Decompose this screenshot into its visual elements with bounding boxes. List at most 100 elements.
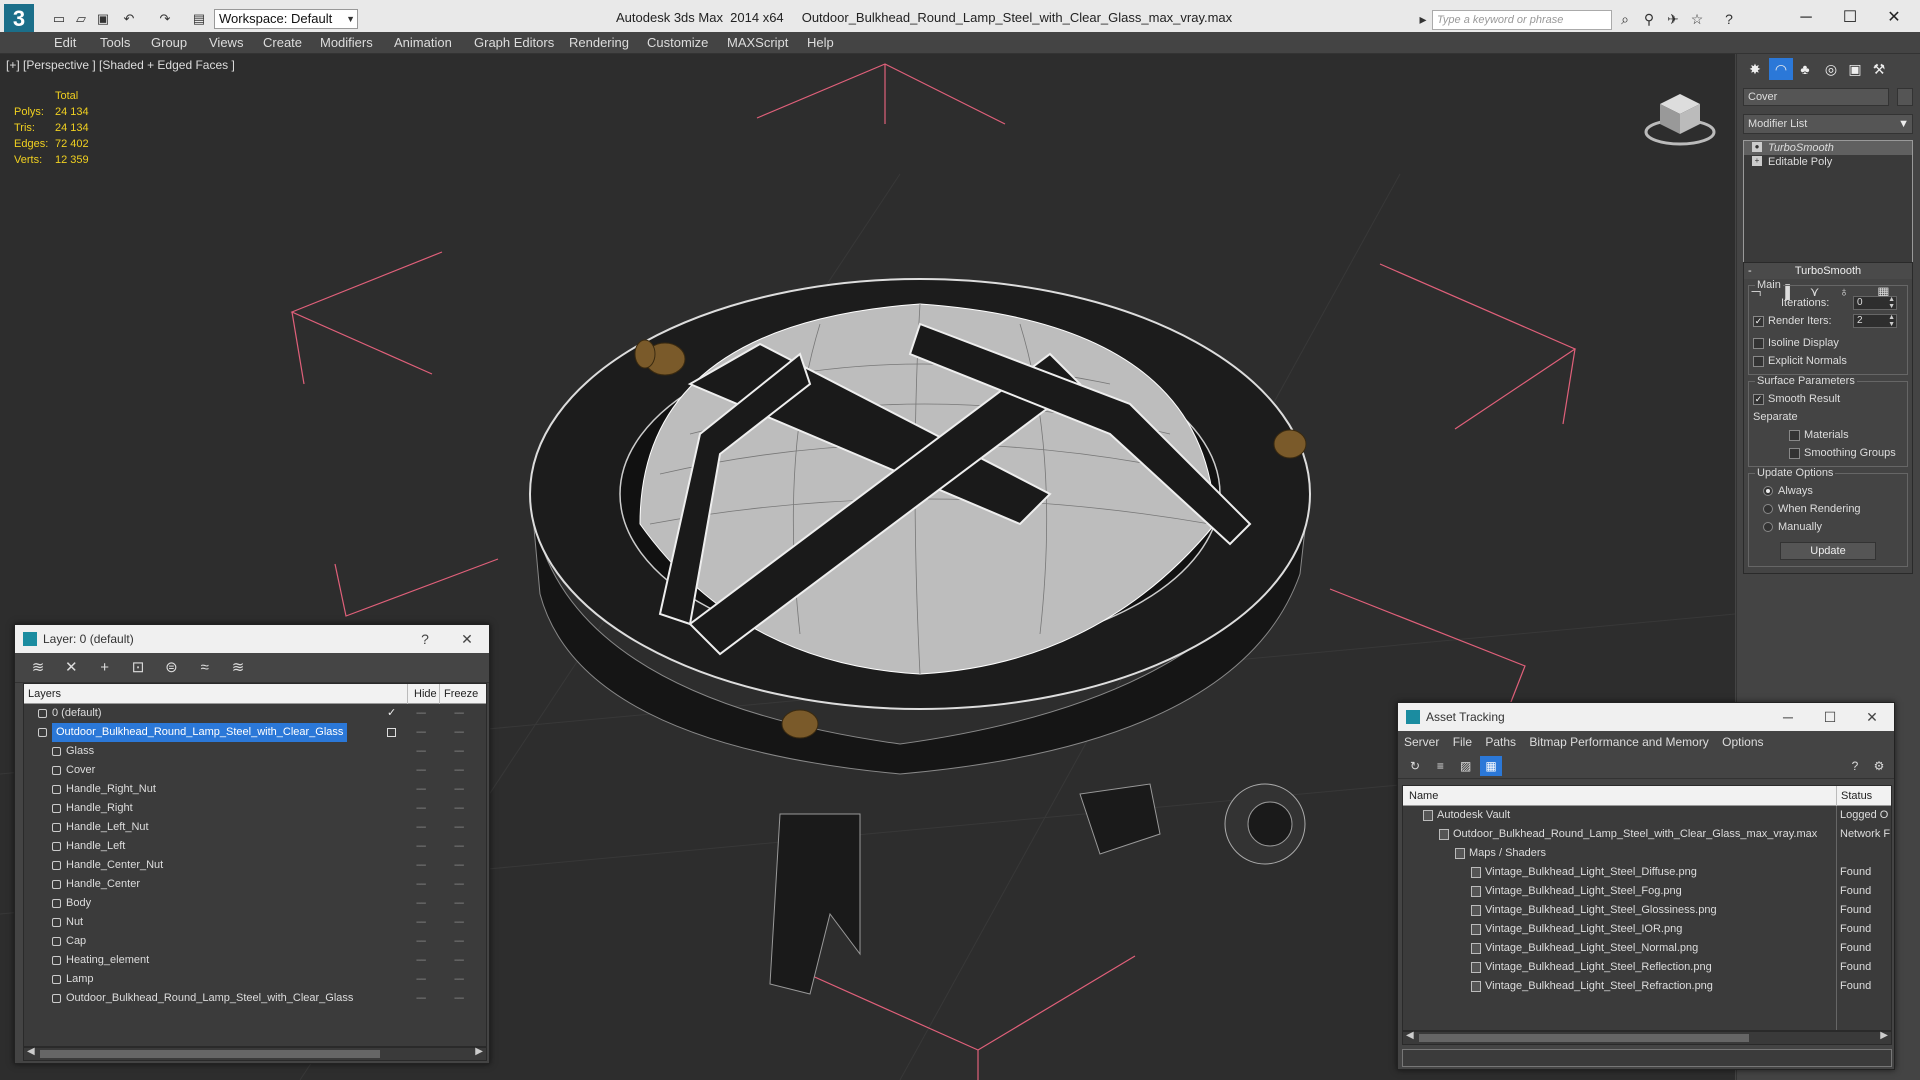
layer-object-row[interactable]: Heating_element ---- ---- — [24, 951, 486, 970]
maximize-button[interactable]: ☐ — [1830, 6, 1870, 30]
freeze-toggle-icon[interactable]: ---- — [454, 723, 464, 742]
render-iters-spinner[interactable]: 2 ▲ ▼ — [1853, 314, 1897, 328]
select-objects-icon[interactable]: ⊡ — [123, 656, 153, 680]
spinner-arrows-icon[interactable]: ▲ ▼ — [1888, 296, 1895, 310]
manually-radio[interactable] — [1763, 522, 1773, 533]
add-to-layer-icon[interactable]: + — [90, 656, 120, 680]
hide-toggle-icon[interactable]: ---- — [416, 780, 426, 799]
menu-modifiers[interactable]: Modifiers — [320, 35, 373, 50]
menu-help[interactable]: Help — [807, 35, 834, 50]
layer-object-row[interactable]: Glass ---- ---- — [24, 742, 486, 761]
hide-toggle-icon[interactable]: ---- — [416, 932, 426, 951]
menu-customize[interactable]: Customize — [647, 35, 708, 50]
thumbnail-view-icon[interactable]: ▨ — [1455, 756, 1477, 776]
close-button[interactable]: ✕ — [1858, 703, 1886, 731]
layer-row[interactable]: 0 (default) ✓ ---- ---- — [24, 704, 486, 723]
modifier-list-dropdown[interactable]: Modifier List ▼ — [1743, 114, 1913, 134]
horizontal-scrollbar[interactable]: ◀ ▶ — [23, 1046, 487, 1061]
col-hide[interactable]: Hide — [407, 684, 439, 704]
close-button[interactable]: ✕ — [453, 625, 481, 653]
layer-object-row[interactable]: Cover ---- ---- — [24, 761, 486, 780]
asset-row[interactable]: Vintage_Bulkhead_Light_Steel_Fog.png Foun… — [1403, 882, 1891, 901]
menu-server[interactable]: Server — [1404, 735, 1439, 749]
new-file-icon[interactable]: ▭ — [50, 10, 68, 28]
freeze-toggle-icon[interactable]: ---- — [454, 875, 464, 894]
lightbulb-icon[interactable]: ● — [1752, 142, 1762, 152]
menu-animation[interactable]: Animation — [394, 35, 452, 50]
save-file-icon[interactable]: ▣ — [94, 10, 112, 28]
menu-rendering[interactable]: Rendering — [569, 35, 629, 50]
active-layer-check-icon[interactable]: ✓ — [387, 704, 396, 723]
menu-paths[interactable]: Paths — [1485, 735, 1516, 749]
smooth-result-checkbox[interactable]: ✓ — [1753, 393, 1764, 405]
hide-toggle-icon[interactable]: ---- — [416, 799, 426, 818]
hide-toggle-icon[interactable]: ---- — [416, 723, 426, 742]
asset-row[interactable]: Maps / Shaders — [1403, 844, 1891, 863]
viewport-label[interactable]: [+] [Perspective ] [Shaded + Edged Faces… — [6, 58, 235, 72]
undo-icon[interactable]: ↶ — [120, 10, 138, 28]
hide-toggle-icon[interactable]: ---- — [416, 913, 426, 932]
hide-toggle-icon[interactable]: ---- — [416, 875, 426, 894]
layer-object-row[interactable]: Nut ---- ---- — [24, 913, 486, 932]
favorites-star-icon[interactable]: ☆ — [1688, 10, 1706, 28]
rollout-header[interactable]: - TurboSmooth — [1744, 263, 1912, 279]
layer-row[interactable]: Outdoor_Bulkhead_Round_Lamp_Steel_with_C… — [24, 723, 486, 742]
stack-item-editable-poly[interactable]: + Editable Poly — [1744, 155, 1912, 169]
asset-row[interactable]: Outdoor_Bulkhead_Round_Lamp_Steel_with_C… — [1403, 825, 1891, 844]
always-radio[interactable] — [1763, 486, 1773, 497]
col-status[interactable]: Status — [1836, 786, 1891, 806]
expand-plus-icon[interactable]: + — [1752, 156, 1762, 166]
stack-item-turbosmooth[interactable]: ● TurboSmooth — [1744, 141, 1912, 155]
freeze-toggle-icon[interactable]: ---- — [454, 894, 464, 913]
layer-object-row[interactable]: Handle_Left_Nut ---- ---- — [24, 818, 486, 837]
maximize-button[interactable]: ☐ — [1816, 703, 1844, 731]
freeze-all-icon[interactable]: ≋ — [223, 656, 253, 680]
table-view-icon[interactable]: ▦ — [1480, 756, 1503, 776]
layer-object-row[interactable]: Outdoor_Bulkhead_Round_Lamp_Steel_with_C… — [24, 989, 486, 1008]
layer-object-row[interactable]: Handle_Left ---- ---- — [24, 837, 486, 856]
search-input[interactable]: Type a keyword or phrase — [1432, 10, 1612, 30]
col-freeze[interactable]: Freeze — [439, 684, 478, 704]
menu-options[interactable]: Options — [1722, 735, 1763, 749]
hide-toggle-icon[interactable]: ---- — [416, 742, 426, 761]
hide-toggle-icon[interactable]: ---- — [416, 894, 426, 913]
freeze-toggle-icon[interactable]: ---- — [454, 856, 464, 875]
settings-icon[interactable]: ⚙ — [1868, 756, 1890, 776]
hide-toggle-icon[interactable]: ---- — [416, 951, 426, 970]
when-rendering-radio[interactable] — [1763, 504, 1773, 515]
hierarchy-tab-icon[interactable]: ♣ — [1793, 58, 1817, 80]
asset-row[interactable]: Autodesk Vault Logged O — [1403, 806, 1891, 825]
menu-edit[interactable]: Edit — [54, 35, 76, 50]
communication-icon[interactable]: ✈ — [1664, 10, 1682, 28]
scroll-left-icon[interactable]: ◀ — [1406, 1030, 1414, 1041]
freeze-toggle-icon[interactable]: ---- — [454, 818, 464, 837]
hide-toggle-icon[interactable]: ---- — [416, 856, 426, 875]
create-tab-icon[interactable]: ✸ — [1743, 58, 1767, 80]
layer-object-row[interactable]: Handle_Right ---- ---- — [24, 799, 486, 818]
motion-tab-icon[interactable]: ◎ — [1819, 58, 1843, 80]
scroll-left-icon[interactable]: ◀ — [27, 1046, 35, 1057]
create-layer-icon[interactable]: ≋ — [23, 656, 53, 680]
freeze-toggle-icon[interactable]: ---- — [454, 761, 464, 780]
viewcube-icon[interactable] — [1640, 82, 1720, 152]
layer-object-row[interactable]: Cap ---- ---- — [24, 932, 486, 951]
minimize-button[interactable]: ─ — [1774, 703, 1802, 731]
freeze-toggle-icon[interactable]: ---- — [454, 970, 464, 989]
make-current-box-icon[interactable] — [387, 728, 396, 737]
hide-toggle-icon[interactable]: ---- — [416, 818, 426, 837]
binoculars-icon[interactable]: ⌕ — [1616, 10, 1634, 28]
refresh-icon[interactable]: ↻ — [1404, 756, 1426, 776]
freeze-toggle-icon[interactable]: ---- — [454, 742, 464, 761]
help-button[interactable]: ? — [411, 625, 439, 653]
scroll-right-icon[interactable]: ▶ — [1880, 1030, 1888, 1041]
subscription-icon[interactable]: ⚲ — [1640, 10, 1658, 28]
freeze-toggle-icon[interactable]: ---- — [454, 951, 464, 970]
layer-object-row[interactable]: Body ---- ---- — [24, 894, 486, 913]
isoline-checkbox[interactable] — [1753, 337, 1764, 349]
search-expand-icon[interactable]: ▸ — [1414, 10, 1432, 28]
layer-object-row[interactable]: Handle_Right_Nut ---- ---- — [24, 780, 486, 799]
asset-row[interactable]: Vintage_Bulkhead_Light_Steel_Glossiness.… — [1403, 901, 1891, 920]
display-tab-icon[interactable]: ▣ — [1843, 58, 1867, 80]
freeze-toggle-icon[interactable]: ---- — [454, 932, 464, 951]
hide-toggle-icon[interactable]: ---- — [416, 989, 426, 1008]
